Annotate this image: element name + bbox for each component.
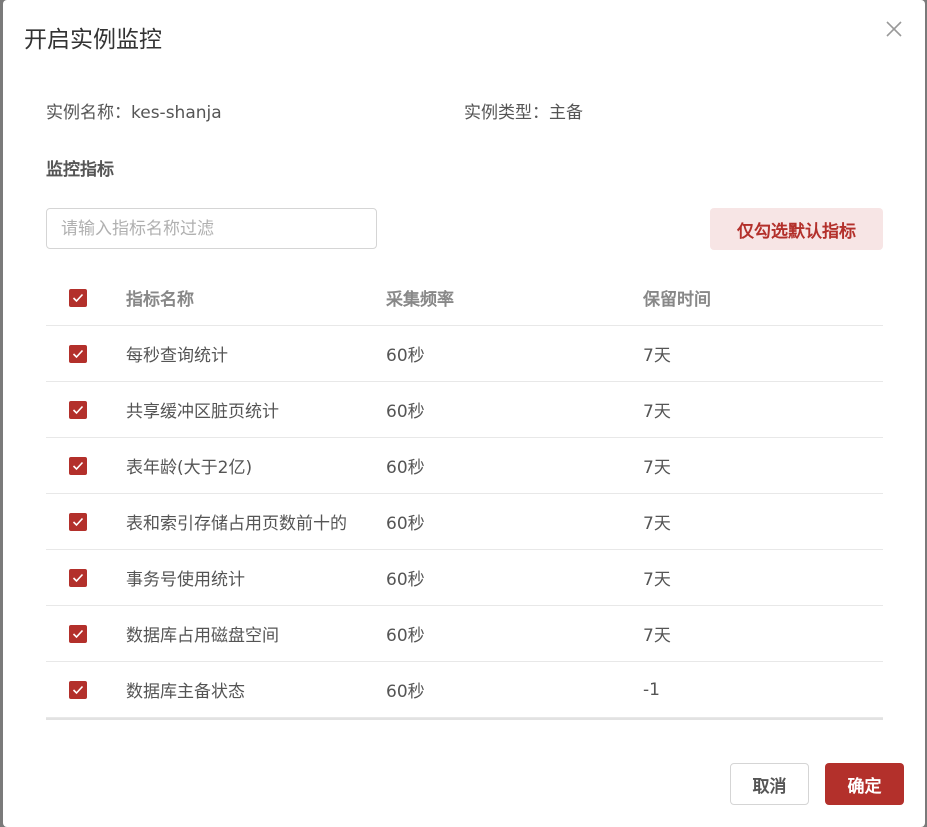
check-icon: [72, 405, 84, 414]
metric-name: 数据库主备状态: [126, 682, 245, 702]
cancel-button[interactable]: 取消: [730, 763, 809, 805]
confirm-button[interactable]: 确定: [825, 763, 904, 805]
metric-retention: -1: [643, 679, 660, 700]
check-icon: [72, 573, 84, 582]
table-header: 指标名称 采集频率 保留时间: [46, 270, 883, 326]
row-checkbox[interactable]: [69, 344, 87, 363]
metric-name: 每秒查询统计: [126, 346, 228, 366]
table-scroll-divider: [46, 718, 883, 720]
row-checkbox[interactable]: [69, 568, 87, 587]
close-icon[interactable]: [883, 18, 905, 40]
metric-name: 表年龄(大于2亿): [126, 458, 253, 478]
monitor-dialog: 开启实例监控 实例名称：kes-shanja 实例类型：主备 监控指标 仅勾选默…: [3, 0, 925, 827]
metric-frequency: 60秒: [386, 458, 425, 478]
metric-retention: 7天: [643, 570, 671, 590]
column-header-name: 指标名称: [126, 290, 194, 310]
metric-retention: 7天: [643, 346, 671, 366]
metric-frequency: 60秒: [386, 346, 425, 366]
check-icon: [72, 349, 84, 358]
table-row[interactable]: 共享缓冲区脏页统计 60秒 7天: [46, 382, 883, 438]
metric-frequency: 60秒: [386, 682, 425, 702]
check-icon: [72, 461, 84, 470]
metric-frequency: 60秒: [386, 514, 425, 534]
metric-retention: 7天: [643, 402, 671, 422]
metric-name: 表和索引存储占用页数前十的: [126, 514, 347, 534]
table-row[interactable]: 表和索引存储占用页数前十的 60秒 7天: [46, 494, 883, 550]
check-icon: [72, 293, 84, 302]
metric-frequency: 60秒: [386, 626, 425, 646]
metric-name: 共享缓冲区脏页统计: [126, 402, 279, 422]
column-header-retention: 保留时间: [643, 290, 711, 310]
check-icon: [72, 629, 84, 638]
metric-retention: 7天: [643, 514, 671, 534]
dialog-title: 开启实例监控: [24, 27, 162, 53]
table-row[interactable]: 表年龄(大于2亿) 60秒 7天: [46, 438, 883, 494]
metric-frequency: 60秒: [386, 570, 425, 590]
instance-name: 实例名称：kes-shanja: [46, 103, 222, 123]
metrics-table: 指标名称 采集频率 保留时间 每秒查询统计 60秒 7天 共享缓冲区脏页统计 6…: [46, 270, 883, 718]
metric-name: 数据库占用磁盘空间: [126, 626, 279, 646]
metric-retention: 7天: [643, 626, 671, 646]
row-checkbox[interactable]: [69, 400, 87, 419]
row-checkbox[interactable]: [69, 680, 87, 699]
check-icon: [72, 517, 84, 526]
section-title: 监控指标: [46, 160, 114, 180]
table-row[interactable]: 数据库占用磁盘空间 60秒 7天: [46, 606, 883, 662]
metric-frequency: 60秒: [386, 402, 425, 422]
select-default-metrics-button[interactable]: 仅勾选默认指标: [710, 208, 883, 250]
row-checkbox[interactable]: [69, 624, 87, 643]
metric-retention: 7天: [643, 458, 671, 478]
row-checkbox[interactable]: [69, 512, 87, 531]
metric-name: 事务号使用统计: [126, 570, 245, 590]
table-row[interactable]: 数据库主备状态 60秒 -1: [46, 662, 883, 718]
select-all-checkbox[interactable]: [69, 288, 87, 307]
check-icon: [72, 685, 84, 694]
metric-filter-input[interactable]: [46, 208, 377, 249]
table-row[interactable]: 每秒查询统计 60秒 7天: [46, 326, 883, 382]
row-checkbox[interactable]: [69, 456, 87, 475]
column-header-frequency: 采集频率: [386, 290, 454, 310]
instance-type: 实例类型：主备: [464, 103, 583, 123]
table-row[interactable]: 事务号使用统计 60秒 7天: [46, 550, 883, 606]
